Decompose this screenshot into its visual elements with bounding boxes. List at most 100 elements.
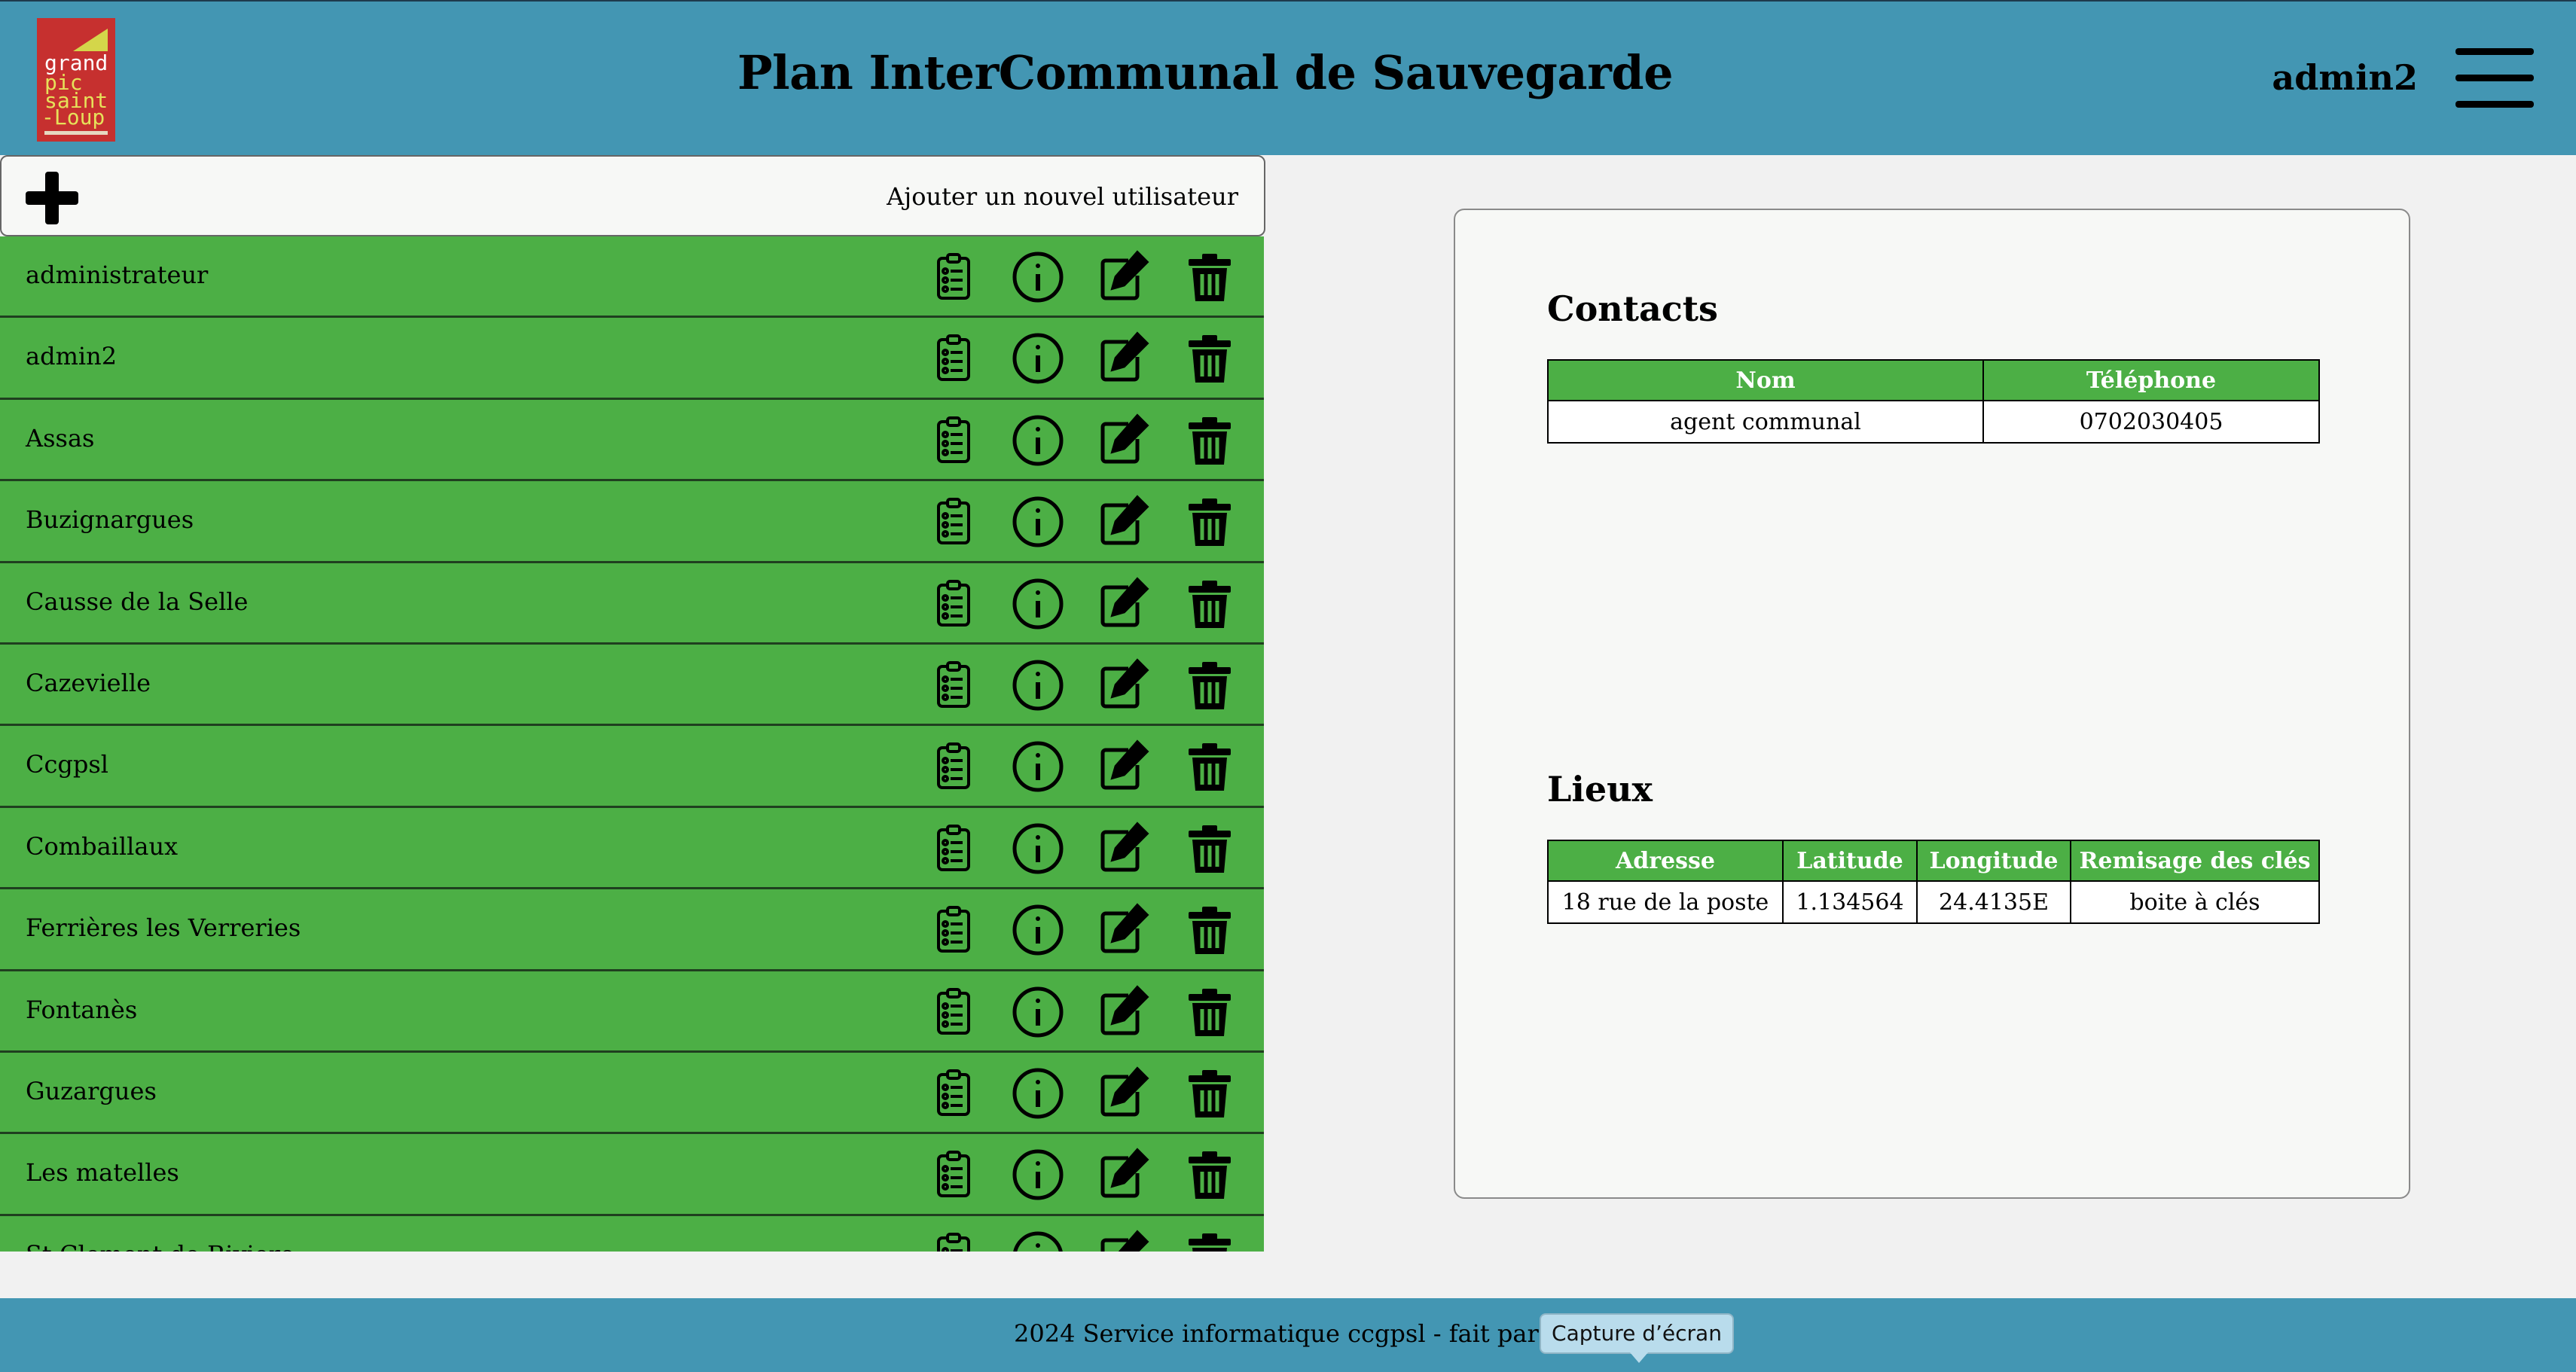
- edit-icon[interactable]: [1095, 1148, 1149, 1202]
- user-name: Buzignargues: [26, 505, 194, 535]
- trash-icon[interactable]: [1183, 985, 1237, 1039]
- table-row: 18 rue de la poste 1.134564 24.4135E boi…: [1547, 880, 2320, 924]
- user-row[interactable]: Cazevielle: [0, 644, 1264, 727]
- edit-icon[interactable]: [1095, 250, 1149, 304]
- user-name: Ccgpsl: [26, 750, 109, 779]
- user-list[interactable]: administrateur admin2 Assas Buzignargues…: [0, 236, 1264, 1252]
- trash-icon[interactable]: [1183, 413, 1237, 468]
- contacts-header-telephone: Téléphone: [1982, 359, 2320, 401]
- user-name: Les matelles: [26, 1158, 179, 1188]
- edit-icon[interactable]: [1095, 331, 1149, 386]
- trash-icon[interactable]: [1183, 1066, 1237, 1120]
- lieu-adresse-cell: 18 rue de la poste: [1547, 880, 1784, 924]
- logo-subtitle-bar: [44, 131, 108, 135]
- trash-icon[interactable]: [1183, 658, 1237, 712]
- plus-icon: [26, 172, 78, 224]
- clipboard-list-icon[interactable]: [926, 822, 981, 876]
- edit-icon[interactable]: [1095, 1066, 1149, 1120]
- user-row[interactable]: Assas: [0, 399, 1264, 482]
- logo-line-4: -Loup: [41, 105, 105, 130]
- info-icon[interactable]: [1011, 903, 1065, 957]
- lieu-longitude-cell: 24.4135E: [1916, 880, 2071, 924]
- user-name: St Clement de Riviere: [26, 1240, 295, 1252]
- contact-nom-cell: agent communal: [1547, 400, 1984, 444]
- add-user-button[interactable]: Ajouter un nouvel utilisateur: [0, 155, 1265, 236]
- clipboard-list-icon[interactable]: [926, 331, 981, 386]
- contacts-header-nom: Nom: [1547, 359, 1984, 401]
- edit-icon[interactable]: [1095, 984, 1149, 1039]
- trash-icon[interactable]: [1183, 739, 1237, 794]
- contacts-title: Contacts: [1547, 288, 1718, 329]
- info-icon[interactable]: [1011, 1230, 1065, 1252]
- user-row[interactable]: Buzignargues: [0, 481, 1264, 563]
- info-icon[interactable]: [1011, 985, 1065, 1039]
- user-name: Ferrières les Verreries: [26, 913, 301, 943]
- trash-icon[interactable]: [1183, 1230, 1237, 1252]
- user-row[interactable]: Ferrières les Verreries: [0, 889, 1264, 971]
- contact-telephone-cell: 0702030405: [1982, 400, 2320, 444]
- edit-icon[interactable]: [1095, 1230, 1149, 1252]
- lieux-title: Lieux: [1547, 769, 1653, 809]
- info-icon[interactable]: [1011, 1148, 1065, 1202]
- trash-icon[interactable]: [1183, 331, 1237, 386]
- clipboard-list-icon[interactable]: [926, 495, 981, 549]
- info-icon[interactable]: [1011, 739, 1065, 794]
- clipboard-list-icon[interactable]: [926, 577, 981, 631]
- user-row[interactable]: administrateur: [0, 236, 1264, 319]
- edit-icon[interactable]: [1095, 413, 1149, 468]
- trash-icon[interactable]: [1183, 1148, 1237, 1202]
- user-name: Fontanès: [26, 995, 138, 1024]
- info-icon[interactable]: [1011, 658, 1065, 712]
- user-name: Assas: [26, 423, 95, 453]
- user-row[interactable]: Causse de la Selle: [0, 563, 1264, 645]
- info-icon[interactable]: [1011, 331, 1065, 386]
- edit-icon[interactable]: [1095, 576, 1149, 631]
- edit-icon[interactable]: [1095, 903, 1149, 957]
- lieu-remisage-cell: boite à clés: [2070, 880, 2320, 924]
- trash-icon[interactable]: [1183, 495, 1237, 549]
- edit-icon[interactable]: [1095, 739, 1149, 794]
- user-row[interactable]: Ccgpsl: [0, 726, 1264, 808]
- clipboard-list-icon[interactable]: [926, 658, 981, 712]
- info-icon[interactable]: [1011, 822, 1065, 876]
- clipboard-list-icon[interactable]: [926, 1230, 981, 1252]
- edit-icon[interactable]: [1095, 658, 1149, 712]
- clipboard-list-icon[interactable]: [926, 413, 981, 468]
- user-row[interactable]: St Clement de Riviere: [0, 1215, 1264, 1252]
- add-user-label: Ajouter un nouvel utilisateur: [887, 182, 1238, 211]
- clipboard-list-icon[interactable]: [926, 1148, 981, 1202]
- current-username: admin2: [2272, 57, 2418, 98]
- lieux-header-latitude: Latitude: [1782, 840, 1918, 882]
- user-row[interactable]: admin2: [0, 318, 1264, 400]
- clipboard-list-icon[interactable]: [926, 985, 981, 1039]
- user-row[interactable]: Guzargues: [0, 1052, 1264, 1135]
- lieux-table: Adresse Latitude Longitude Remisage des …: [1547, 840, 2320, 924]
- edit-icon[interactable]: [1095, 495, 1149, 549]
- contacts-table: Nom Téléphone agent communal 0702030405: [1547, 359, 2320, 444]
- clipboard-list-icon[interactable]: [926, 739, 981, 794]
- page-title: Plan InterCommunal de Sauvegarde: [737, 45, 1674, 100]
- info-icon[interactable]: [1011, 413, 1065, 468]
- lieux-header-remisage: Remisage des clés: [2070, 840, 2320, 882]
- info-icon[interactable]: [1011, 577, 1065, 631]
- trash-icon[interactable]: [1183, 577, 1237, 631]
- clipboard-list-icon[interactable]: [926, 903, 981, 957]
- user-row[interactable]: Les matelles: [0, 1134, 1264, 1216]
- clipboard-list-icon[interactable]: [926, 1066, 981, 1120]
- lieu-latitude-cell: 1.134564: [1782, 880, 1918, 924]
- info-icon[interactable]: [1011, 1066, 1065, 1120]
- trash-icon[interactable]: [1183, 822, 1237, 876]
- trash-icon[interactable]: [1183, 250, 1237, 304]
- clipboard-list-icon[interactable]: [926, 250, 981, 304]
- info-icon[interactable]: [1011, 250, 1065, 304]
- edit-icon[interactable]: [1095, 822, 1149, 876]
- user-name: Causse de la Selle: [26, 587, 249, 616]
- user-row[interactable]: Combaillaux: [0, 807, 1264, 890]
- user-row[interactable]: Fontanès: [0, 971, 1264, 1053]
- info-icon[interactable]: [1011, 495, 1065, 549]
- user-name: Guzargues: [26, 1076, 157, 1105]
- hamburger-menu-icon[interactable]: [2455, 48, 2534, 108]
- app-footer: 2024 Service informatique ccgpsl - fait …: [0, 1298, 2576, 1372]
- table-row: agent communal 0702030405: [1547, 400, 2320, 444]
- trash-icon[interactable]: [1183, 903, 1237, 957]
